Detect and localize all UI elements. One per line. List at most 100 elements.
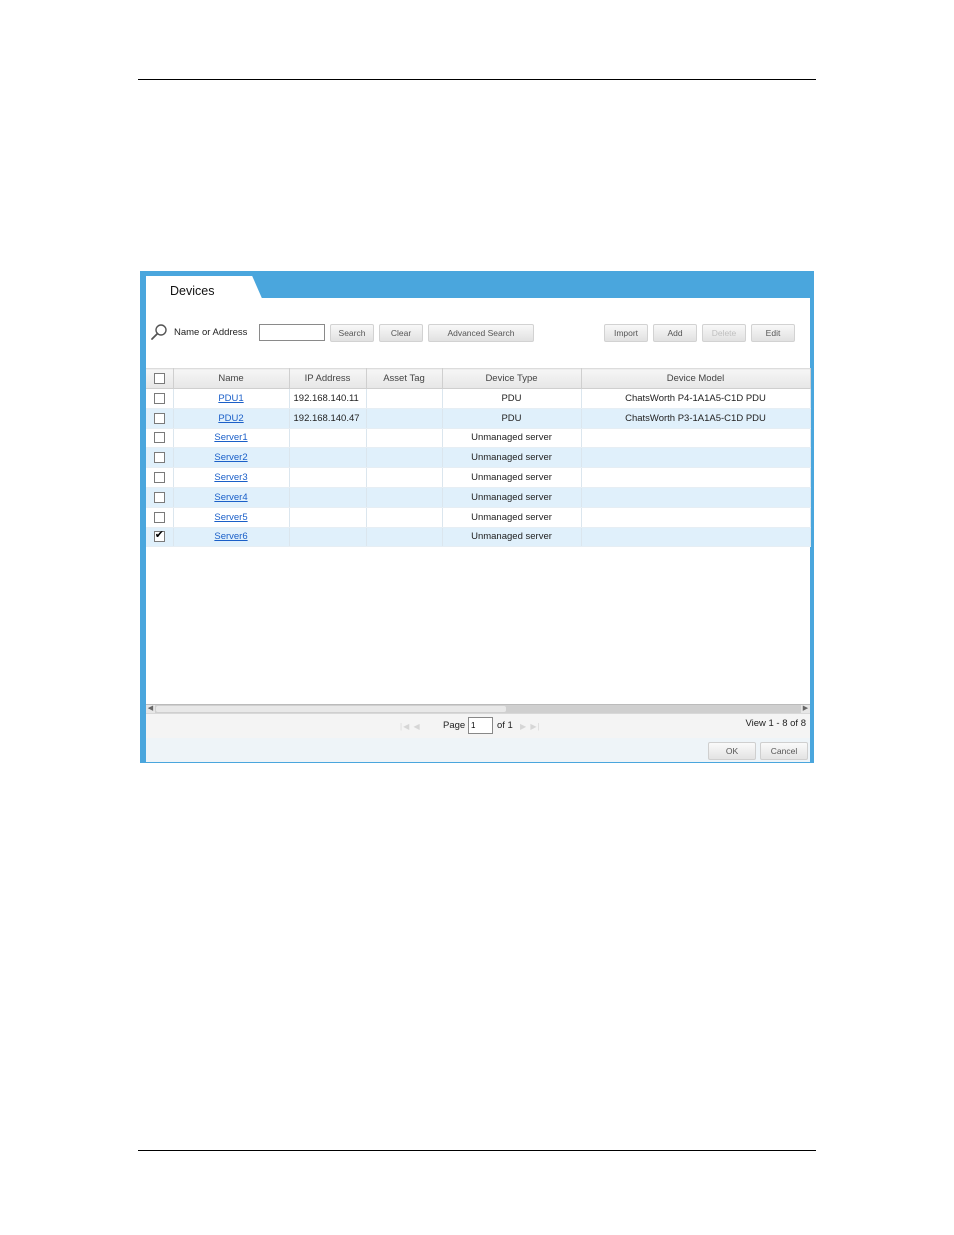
delete-button[interactable]: Delete: [702, 324, 746, 342]
cell-device-type: Unmanaged server: [442, 527, 582, 548]
device-name-link[interactable]: Server5: [214, 512, 247, 523]
row-checkbox[interactable]: [153, 531, 165, 543]
cell-device-model: [581, 507, 811, 528]
next-last-page-icons[interactable]: ▶ ▶|: [520, 722, 541, 731]
cell-name: Server2: [173, 447, 290, 469]
device-name-link[interactable]: PDU1: [218, 393, 243, 404]
cell-device-type: Unmanaged server: [442, 467, 582, 488]
cell-device-model: ChatsWorth P4-1A1A5-C1D PDU: [581, 388, 811, 409]
row-select-cell[interactable]: [146, 428, 174, 449]
device-name-link[interactable]: PDU2: [218, 413, 243, 424]
search-button[interactable]: Search: [330, 324, 374, 342]
row-select-cell[interactable]: [146, 447, 174, 469]
cell-device-model: [581, 487, 811, 508]
cell-device-model: [581, 447, 811, 469]
devices-dialog: Devices Name or Address Search Clear Adv…: [140, 271, 814, 763]
dialog-footer: OK Cancel: [146, 738, 810, 762]
footer-rule: [138, 1150, 816, 1151]
cell-name: Server3: [173, 467, 290, 488]
table-row[interactable]: Server2 Unmanaged server: [146, 447, 811, 469]
row-checkbox[interactable]: [153, 392, 165, 404]
page-count-label: of 1: [497, 720, 513, 731]
cell-asset-tag: [366, 408, 443, 429]
devices-table: Name IP Address Asset Tag Device Type De…: [146, 368, 811, 548]
table-row[interactable]: PDU1 192.168.140.11 PDU ChatsWorth P4-1A1A5…: [146, 388, 811, 409]
cell-device-model: [581, 527, 811, 548]
page-number-input[interactable]: [468, 717, 493, 734]
row-checkbox[interactable]: [153, 472, 165, 484]
row-select-cell[interactable]: [146, 467, 174, 488]
select-all-header[interactable]: [146, 368, 174, 389]
table-row[interactable]: Server3 Unmanaged server: [146, 467, 811, 488]
cell-asset-tag: [366, 527, 443, 548]
column-header-ip-address[interactable]: IP Address: [289, 368, 367, 389]
device-name-link[interactable]: Server4: [214, 492, 247, 503]
device-name-link[interactable]: Server2: [214, 452, 247, 463]
cell-asset-tag: [366, 507, 443, 528]
cell-device-type: Unmanaged server: [442, 487, 582, 508]
dialog-content: Name or Address Search Clear Advanced Se…: [146, 298, 811, 738]
cell-ip-address: [289, 447, 367, 469]
row-select-cell[interactable]: [146, 408, 174, 429]
cell-ip-address: 192.168.140.47: [289, 408, 367, 429]
header-rule: [138, 79, 816, 80]
column-header-asset-tag[interactable]: Asset Tag: [366, 368, 443, 389]
cell-device-type: PDU: [442, 388, 582, 409]
cell-asset-tag: [366, 467, 443, 488]
cell-device-model: [581, 428, 811, 449]
device-name-link[interactable]: Server3: [214, 472, 247, 483]
row-checkbox[interactable]: [153, 432, 165, 444]
table-header-row: Name IP Address Asset Tag Device Type De…: [146, 368, 811, 389]
cell-name: Server4: [173, 487, 290, 508]
cell-device-type: Unmanaged server: [442, 428, 582, 449]
device-name-link[interactable]: Server1: [214, 432, 247, 443]
column-header-name[interactable]: Name: [173, 368, 290, 389]
cell-device-model: [581, 467, 811, 488]
row-select-cell[interactable]: [146, 388, 174, 409]
scrollbar-thumb[interactable]: [156, 706, 506, 712]
cell-asset-tag: [366, 487, 443, 508]
search-input[interactable]: [259, 324, 325, 341]
row-select-cell[interactable]: [146, 487, 174, 508]
scroll-left-icon[interactable]: ◀: [146, 705, 155, 713]
cell-asset-tag: [366, 428, 443, 449]
row-select-cell[interactable]: [146, 507, 174, 528]
cell-asset-tag: [366, 388, 443, 409]
device-name-link[interactable]: Server6: [214, 531, 247, 542]
page-label: Page: [443, 720, 466, 731]
ok-button[interactable]: OK: [708, 742, 756, 760]
cell-name: Server6: [173, 527, 290, 548]
table-row[interactable]: Server1 Unmanaged server: [146, 428, 811, 449]
select-all-checkbox[interactable]: [153, 372, 165, 384]
cell-name: PDU2: [173, 408, 290, 429]
cell-device-type: PDU: [442, 408, 582, 429]
cell-ip-address: 192.168.140.11: [289, 388, 367, 409]
first-prev-page-icons[interactable]: |◀ ◀: [400, 722, 421, 731]
edit-button[interactable]: Edit: [751, 324, 795, 342]
scroll-right-icon[interactable]: ▶: [801, 705, 810, 713]
search-icon: [151, 324, 167, 340]
row-select-cell[interactable]: [146, 527, 174, 548]
column-header-device-type[interactable]: Device Type: [442, 368, 582, 389]
horizontal-scrollbar[interactable]: ◀ ▶: [146, 704, 810, 713]
clear-button[interactable]: Clear: [379, 324, 423, 342]
cell-name: PDU1: [173, 388, 290, 409]
table-row[interactable]: Server5 Unmanaged server: [146, 507, 811, 528]
cell-ip-address: [289, 467, 367, 488]
cancel-button[interactable]: Cancel: [760, 742, 808, 760]
cell-name: Server5: [173, 507, 290, 528]
row-checkbox[interactable]: [153, 491, 165, 503]
table-row[interactable]: Server4 Unmanaged server: [146, 487, 811, 508]
cell-device-type: Unmanaged server: [442, 507, 582, 528]
table-row[interactable]: PDU2 192.168.140.47 PDU ChatsWorth P3-1A1A5…: [146, 408, 811, 429]
column-header-device-model[interactable]: Device Model: [581, 368, 811, 389]
advanced-search-button[interactable]: Advanced Search: [428, 324, 534, 342]
cell-ip-address: [289, 487, 367, 508]
table-row[interactable]: Server6 Unmanaged server: [146, 527, 811, 548]
cell-name: Server1: [173, 428, 290, 449]
row-checkbox[interactable]: [153, 412, 165, 424]
add-button[interactable]: Add: [653, 324, 697, 342]
row-checkbox[interactable]: [153, 452, 165, 464]
row-checkbox[interactable]: [153, 511, 165, 523]
import-button[interactable]: Import: [604, 324, 648, 342]
